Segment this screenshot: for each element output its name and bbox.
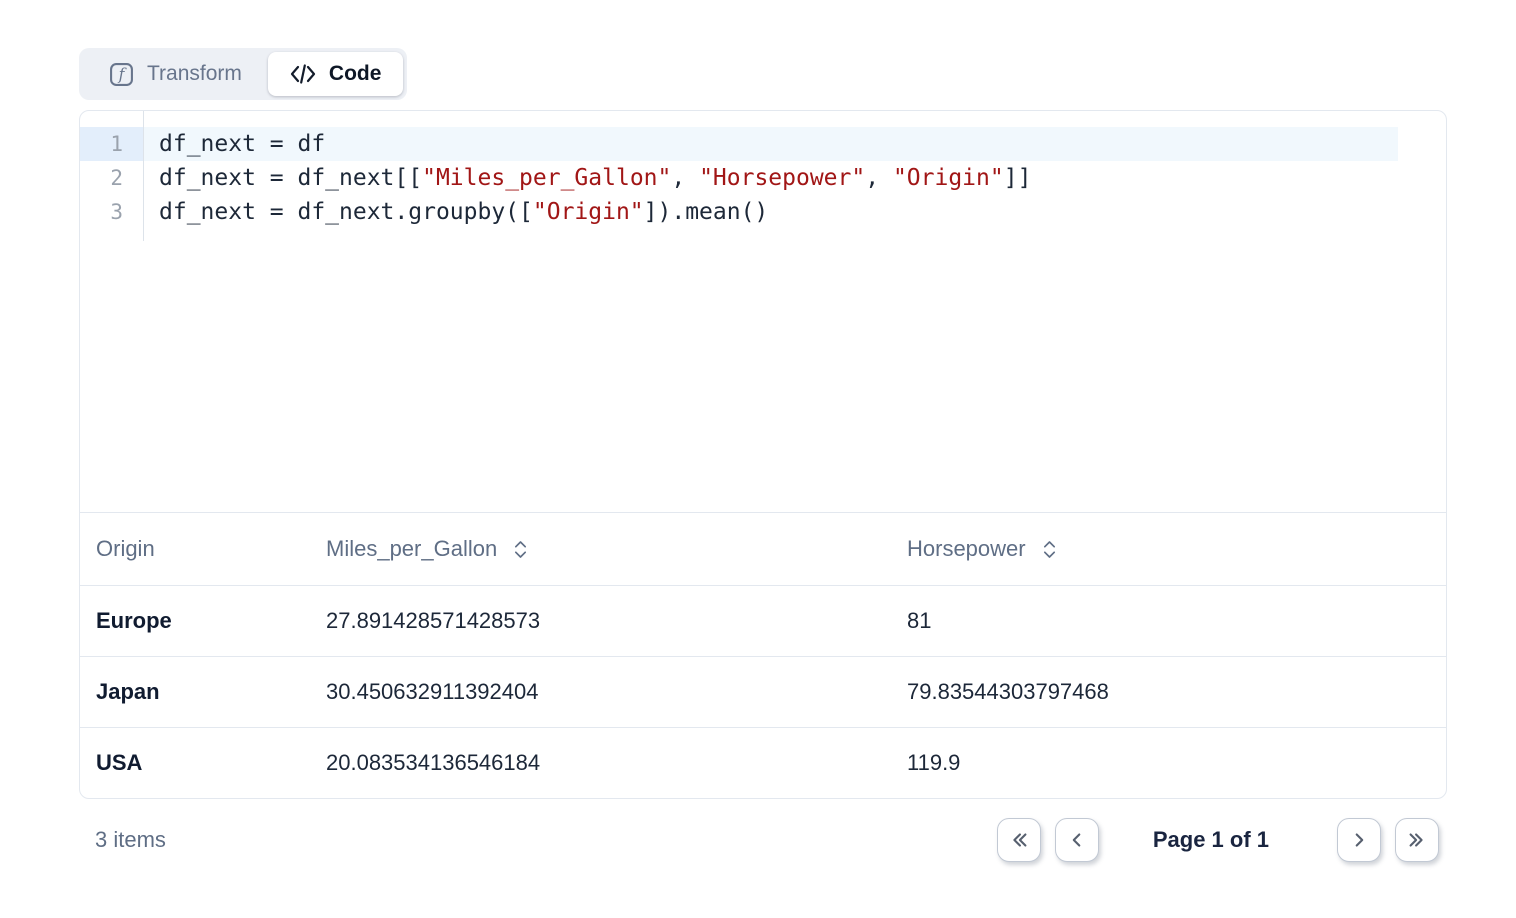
tab-code[interactable]: Code	[268, 52, 404, 96]
row-label-origin: Japan	[80, 657, 310, 728]
table-row: Japan30.45063291139240479.83544303797468	[80, 657, 1446, 728]
row-label-origin: USA	[80, 728, 310, 799]
code-and-table-panel: 1df_next = df2df_next = df_next[["Miles_…	[79, 110, 1447, 799]
code-line[interactable]: 3df_next = df_next.groupby(["Origin"]).m…	[80, 195, 1446, 229]
first-page-button[interactable]	[997, 818, 1041, 862]
column-header-miles-per-gallon[interactable]: Miles_per_Gallon	[310, 513, 891, 586]
line-number: 1	[80, 127, 143, 161]
column-header-horsepower[interactable]: Horsepower	[891, 513, 1446, 586]
table-row: Europe27.89142857142857381	[80, 586, 1446, 657]
sort-icon[interactable]	[513, 539, 528, 560]
cell-miles-per-gallon: 30.450632911392404	[310, 657, 891, 728]
chevron-right-icon	[1348, 829, 1370, 851]
table-footer: 3 items Page 1 of 1	[79, 812, 1447, 868]
cell-miles-per-gallon: 27.891428571428573	[310, 586, 891, 657]
cell-miles-per-gallon: 20.083534136546184	[310, 728, 891, 799]
next-page-button[interactable]	[1337, 818, 1381, 862]
table-header-row: Origin Miles_per_Gallon	[80, 513, 1446, 586]
code-icon	[290, 64, 316, 84]
chevron-left-icon	[1066, 829, 1088, 851]
cell-horsepower: 119.9	[891, 728, 1446, 799]
column-label: Origin	[96, 536, 155, 562]
cell-horsepower: 79.83544303797468	[891, 657, 1446, 728]
tab-transform[interactable]: f Transform	[83, 52, 268, 96]
column-label: Miles_per_Gallon	[326, 536, 497, 562]
items-count: 3 items	[95, 827, 166, 853]
code-line[interactable]: 2df_next = df_next[["Miles_per_Gallon", …	[80, 161, 1446, 195]
page-indicator: Page 1 of 1	[1153, 827, 1269, 853]
code-lines: 1df_next = df2df_next = df_next[["Miles_…	[80, 127, 1446, 229]
column-header-origin: Origin	[80, 513, 310, 586]
gutter-divider	[143, 111, 144, 241]
svg-text:f: f	[118, 65, 128, 83]
code-line-text: df_next = df_next.groupby(["Origin"]).me…	[143, 195, 1398, 229]
line-number: 2	[80, 161, 143, 195]
code-editor[interactable]: 1df_next = df2df_next = df_next[["Miles_…	[80, 111, 1446, 513]
code-line-text: df_next = df	[143, 127, 1398, 161]
double-chevron-left-icon	[1008, 829, 1030, 851]
table-row: USA20.083534136546184119.9	[80, 728, 1446, 799]
row-label-origin: Europe	[80, 586, 310, 657]
previous-page-button[interactable]	[1055, 818, 1099, 862]
view-tab-bar: f Transform Code	[79, 48, 407, 100]
pagination: Page 1 of 1	[997, 818, 1439, 862]
cell-horsepower: 81	[891, 586, 1446, 657]
code-line[interactable]: 1df_next = df	[80, 127, 1446, 161]
tab-label: Code	[329, 62, 382, 86]
tab-label: Transform	[147, 62, 242, 86]
result-table: Origin Miles_per_Gallon	[80, 513, 1446, 798]
last-page-button[interactable]	[1395, 818, 1439, 862]
column-label: Horsepower	[907, 536, 1026, 562]
page: f Transform Code 1df_next = df2df_next =…	[0, 0, 1516, 918]
code-line-text: df_next = df_next[["Miles_per_Gallon", "…	[143, 161, 1398, 195]
double-chevron-right-icon	[1406, 829, 1428, 851]
function-icon: f	[109, 62, 134, 87]
line-number: 3	[80, 195, 143, 229]
sort-icon[interactable]	[1042, 539, 1057, 560]
